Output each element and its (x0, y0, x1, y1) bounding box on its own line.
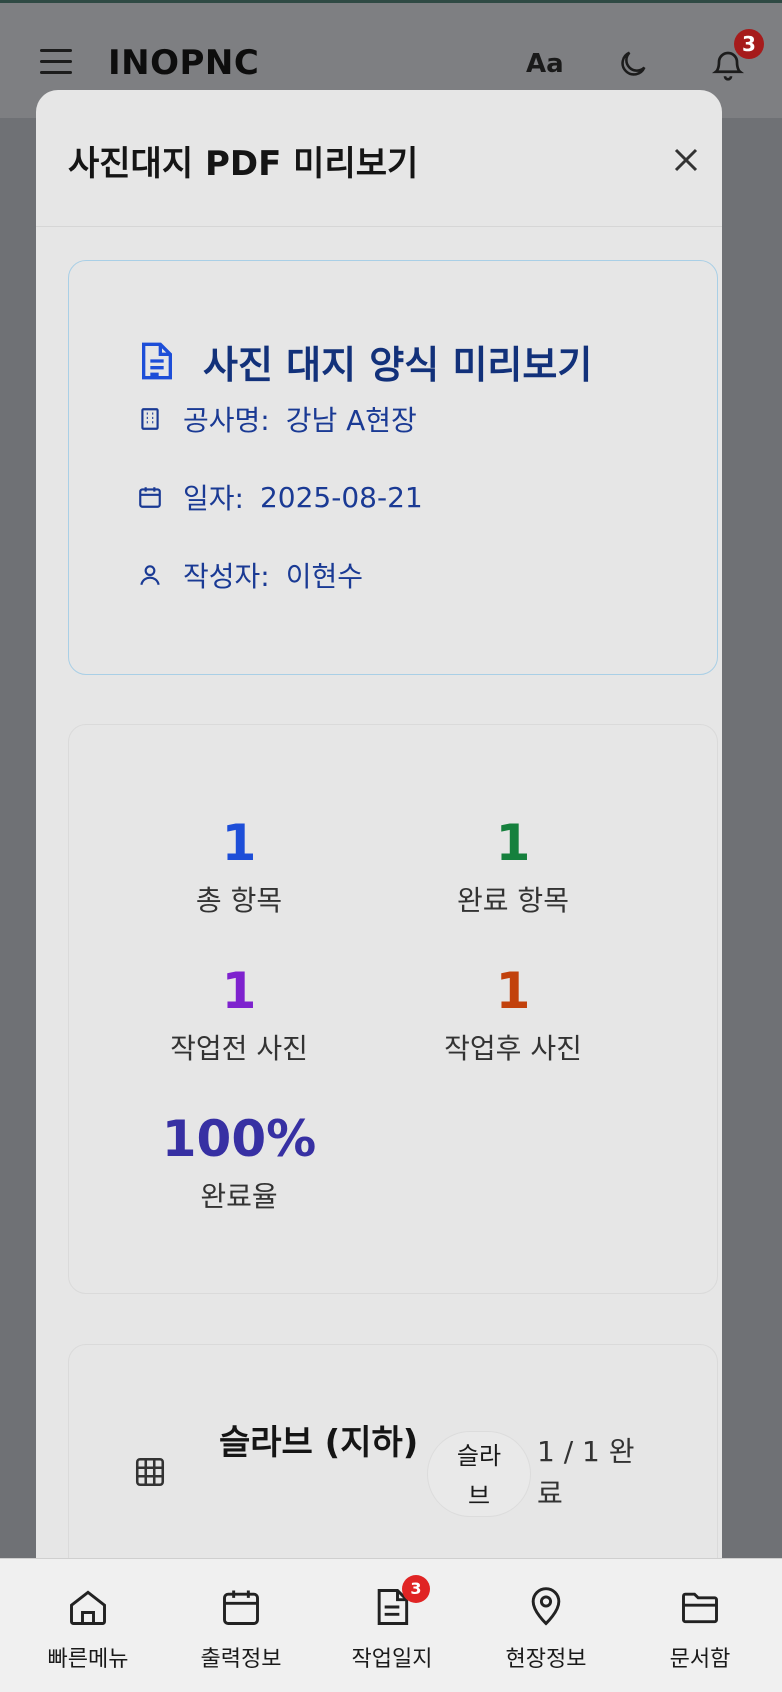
grid-icon (135, 1457, 165, 1487)
date-row: 일자: 2025-08-21 (137, 477, 423, 517)
info-title-row: 사진 대지 양식 미리보기 (137, 333, 592, 389)
stat-done: 1 완료 항목 (383, 813, 643, 919)
stat-total: 1 총 항목 (109, 813, 369, 919)
nav-label: 문서함 (669, 1647, 731, 1672)
stat-before-photos: 1 작업전 사진 (109, 961, 369, 1067)
modal-title: 사진대지 PDF 미리보기 (68, 144, 419, 184)
app-title: INOPNC (108, 43, 260, 83)
close-icon[interactable] (666, 140, 706, 180)
menu-icon[interactable] (40, 49, 72, 75)
stat-completion-rate: 100% 완료율 (109, 1109, 369, 1215)
pdf-preview-modal: 사진대지 PDF 미리보기 사진 대지 양식 미리보기 공사명: 강남 A현장 … (36, 90, 722, 1692)
stat-rate-value: 100% (161, 1110, 317, 1168)
stat-total-value: 1 (221, 814, 257, 872)
calendar-icon (139, 487, 161, 508)
nav-item-site-info[interactable]: 현장정보 (476, 1585, 616, 1673)
folder-icon (682, 1592, 718, 1624)
bottom-nav: 빠른메뉴 출력정보 3 작업일지 현장정보 문서함 (0, 1558, 782, 1692)
section-title: 슬라브 (지하) (219, 1423, 419, 1463)
stat-rate-label: 완료율 (200, 1180, 278, 1213)
date-label: 일자: (183, 482, 244, 515)
moon-icon[interactable] (616, 47, 650, 81)
author-label: 작성자: (183, 560, 270, 593)
stat-before-value: 1 (221, 962, 257, 1020)
stat-before-label: 작업전 사진 (170, 1032, 308, 1065)
stats-card: 1 총 항목 1 완료 항목 1 작업전 사진 1 작업후 사진 100% 완료… (68, 724, 718, 1294)
section-chip: 슬라브 (427, 1431, 531, 1517)
site-label: 공사명: (183, 404, 270, 437)
home-icon (70, 1590, 106, 1625)
nav-item-quick-menu[interactable]: 빠른메뉴 (18, 1585, 158, 1673)
photo-sheet-info-card: 사진 대지 양식 미리보기 공사명: 강남 A현장 일자: 2025-08-21… (68, 260, 718, 675)
map-pin-icon (531, 1587, 561, 1626)
nav-item-documents[interactable]: 문서함 (630, 1585, 770, 1673)
user-icon (140, 565, 160, 586)
site-value: 강남 A현장 (285, 404, 417, 437)
stat-after-photos: 1 작업후 사진 (383, 961, 643, 1067)
nav-label: 빠른메뉴 (47, 1647, 129, 1672)
date-value: 2025-08-21 (259, 480, 423, 514)
work-log-badge: 3 (402, 1575, 430, 1603)
nav-item-output-info[interactable]: 출력정보 (171, 1585, 311, 1673)
site-row: 공사명: 강남 A현장 (137, 399, 417, 439)
notification-badge: 3 (734, 29, 764, 59)
info-title: 사진 대지 양식 미리보기 (203, 342, 593, 387)
nav-label: 작업일지 (351, 1647, 433, 1672)
author-row: 작성자: 이현수 (137, 555, 363, 595)
nav-label: 현장정보 (505, 1647, 587, 1672)
nav-item-work-log[interactable]: 3 작업일지 (322, 1575, 462, 1673)
stat-after-label: 작업후 사진 (444, 1032, 582, 1065)
modal-header: 사진대지 PDF 미리보기 (36, 90, 722, 227)
font-size-button[interactable]: Aa (526, 49, 564, 79)
nav-label: 출력정보 (200, 1647, 282, 1672)
building-icon (141, 408, 159, 430)
calendar-icon (223, 1590, 259, 1625)
stat-done-value: 1 (495, 814, 531, 872)
stat-after-value: 1 (495, 962, 531, 1020)
stat-done-label: 완료 항목 (457, 884, 569, 917)
stat-total-label: 총 항목 (195, 884, 283, 917)
section-progress: 1 / 1 완료 (537, 1435, 635, 1510)
document-icon (142, 342, 172, 380)
author-value: 이현수 (285, 560, 363, 593)
